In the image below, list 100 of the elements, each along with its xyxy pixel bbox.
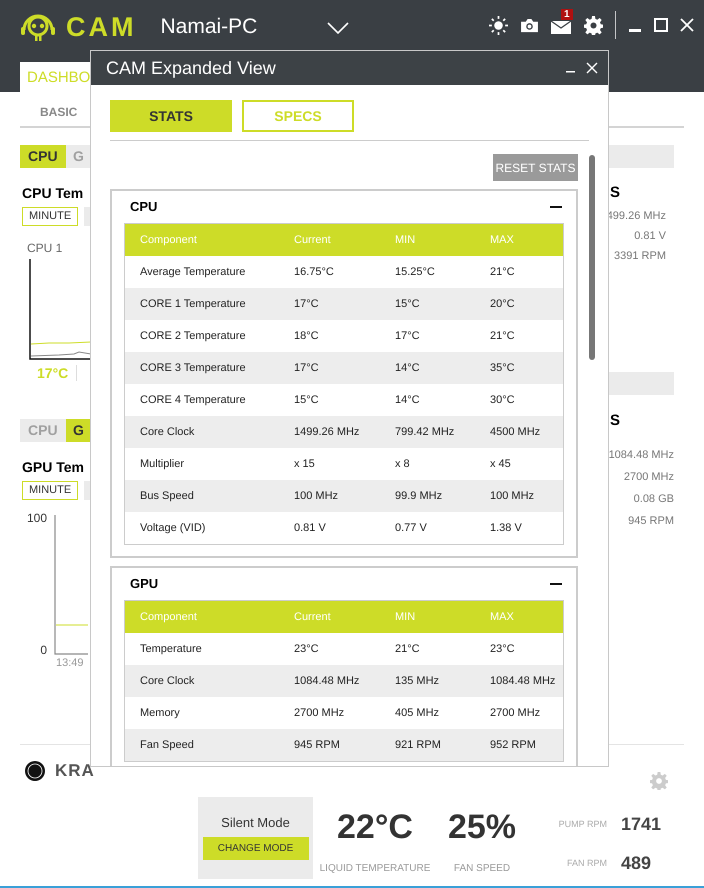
- table-cell-text: 18°C: [294, 328, 320, 344]
- pc-name: Namai-PC: [160, 14, 258, 40]
- table-cell-text: 14°C: [395, 360, 421, 376]
- close-icon[interactable]: [680, 18, 694, 32]
- column-header: MIN: [395, 232, 416, 248]
- table-cell-text: CORE 4 Temperature: [140, 392, 247, 408]
- table-cell-text: 1.38 V: [490, 520, 523, 536]
- change-mode-button[interactable]: CHANGE MODE: [202, 837, 308, 860]
- column-header: Current: [294, 610, 332, 625]
- stat-value: 489: [621, 852, 652, 875]
- table-cell-text: x 8: [395, 456, 411, 472]
- column-header: MAX: [490, 610, 515, 625]
- camera-icon[interactable]: [520, 18, 539, 32]
- big-reading: 22°C: [337, 809, 413, 845]
- scrollbar-thumb[interactable]: [589, 155, 595, 360]
- table-cell-text: x 15: [294, 456, 316, 472]
- table-cell-text: Voltage (VID): [140, 520, 206, 536]
- temperature-reading: 17°C: [37, 364, 68, 382]
- table-cell-text: 1084.48 MHz: [490, 674, 556, 689]
- table-cell-text: 4500 MHz: [490, 424, 542, 440]
- mail-icon[interactable]: [551, 20, 571, 34]
- table-cell-text: 30°C: [490, 392, 516, 408]
- table-cell-text: 135 MHz: [395, 674, 440, 689]
- range-button[interactable]: MINUTE: [22, 207, 78, 226]
- brightness-icon[interactable]: [489, 16, 508, 34]
- stat-value: 1084.48 MHz: [608, 448, 674, 463]
- axis-tick: 0: [40, 643, 47, 657]
- table-cell-text: 952 RPM: [490, 738, 537, 753]
- panel-title: GPU Tem: [22, 458, 85, 476]
- table-cell-text: 15.25°C: [395, 264, 436, 280]
- settings-icon[interactable]: [584, 16, 603, 34]
- section-title: GPU: [130, 575, 158, 594]
- chip-tab[interactable]: CPU: [20, 145, 66, 168]
- table-cell-text: 0.81 V: [294, 520, 327, 536]
- table-cell-text: 405 MHz: [395, 706, 440, 721]
- range-button[interactable]: MINUTE: [22, 481, 78, 500]
- panel-title: S: [610, 412, 622, 430]
- column-header: Current: [294, 232, 332, 248]
- tab-bar-background: [608, 372, 674, 395]
- table-cell-text: 20°C: [490, 296, 516, 312]
- chart-label: CPU 1: [27, 241, 64, 255]
- stat-value: 0.81 V: [634, 229, 666, 244]
- table-cell-text: CORE 1 Temperature: [140, 296, 247, 312]
- table-cell-text: Multiplier: [140, 456, 186, 472]
- table-cell-text: 1499.26 MHz: [294, 424, 360, 440]
- axis-label: 13:49: [56, 657, 85, 669]
- logo-text: CAM: [66, 11, 136, 44]
- table-cell-text: 100 MHz: [490, 488, 536, 504]
- table-cell-text: 799.42 MHz: [395, 424, 456, 440]
- chip-tab[interactable]: G: [66, 419, 90, 442]
- table-cell-text: 17°C: [294, 296, 320, 312]
- column-header: MAX: [490, 232, 515, 248]
- table-cell-text: 2700 MHz: [490, 706, 542, 721]
- table-cell-text: 99.9 MHz: [395, 488, 444, 504]
- tab-bar-background: [608, 145, 674, 168]
- table-cell-text: 15°C: [395, 296, 421, 312]
- stat-value: 1741: [621, 813, 662, 836]
- stat-value: 3391 RPM: [614, 249, 666, 264]
- table-cell-text: 16.75°C: [294, 264, 335, 280]
- stat-value: 2700 MHz: [624, 470, 674, 485]
- table-cell-text: Memory: [140, 706, 181, 721]
- tab[interactable]: STATS: [110, 100, 232, 132]
- table-cell-text: Temperature: [140, 642, 203, 657]
- table-cell-text: x 45: [490, 456, 512, 472]
- mode-label: Silent Mode: [221, 815, 290, 830]
- table-cell-text: CORE 2 Temperature: [140, 328, 247, 344]
- table-cell-text: 1084.48 MHz: [294, 674, 360, 689]
- device-name: KRA: [55, 760, 95, 782]
- table-cell-text: 17°C: [395, 328, 421, 344]
- notification-badge: 1: [561, 9, 573, 20]
- table-cell-text: 23°C: [294, 642, 320, 657]
- device-logo-icon: [25, 761, 45, 781]
- reading-label: FAN SPEED: [454, 862, 510, 876]
- reading-label: LIQUID TEMPERATURE: [320, 862, 430, 876]
- stat-value: 945 RPM: [628, 514, 674, 529]
- column-header: MIN: [395, 610, 416, 625]
- section-title: CPU: [130, 198, 158, 216]
- logo-icon: [20, 12, 56, 42]
- table-cell-text: Core Clock: [140, 674, 196, 689]
- stat-label: PUMP RPM: [558, 818, 607, 831]
- table-cell-text: 23°C: [490, 642, 516, 657]
- close-icon[interactable]: [586, 62, 598, 74]
- table-cell-text: 21°C: [395, 642, 421, 657]
- window-title: CAM Expanded View: [106, 56, 276, 80]
- table-cell-text: 15°C: [294, 392, 320, 408]
- table-cell-text: Fan Speed: [140, 738, 195, 753]
- stat-value: 0.08 GB: [634, 492, 674, 507]
- chevron-down-icon[interactable]: [327, 22, 350, 34]
- sub-tab[interactable]: BASIC: [40, 103, 78, 121]
- axis-tick: 100: [26, 511, 47, 525]
- table-cell-text: 17°C: [294, 360, 320, 376]
- table-cell-text: CORE 3 Temperature: [140, 360, 247, 376]
- stat-value: 499.26 MHz: [606, 209, 666, 224]
- table-cell-text: Core Clock: [140, 424, 196, 440]
- maximize-icon[interactable]: [654, 18, 668, 32]
- panel-title: S: [610, 184, 622, 202]
- table-cell-text: 2700 MHz: [294, 706, 346, 721]
- column-header: Component: [140, 232, 198, 248]
- table-cell-text: 21°C: [490, 264, 516, 280]
- table-cell-text: 100 MHz: [294, 488, 340, 504]
